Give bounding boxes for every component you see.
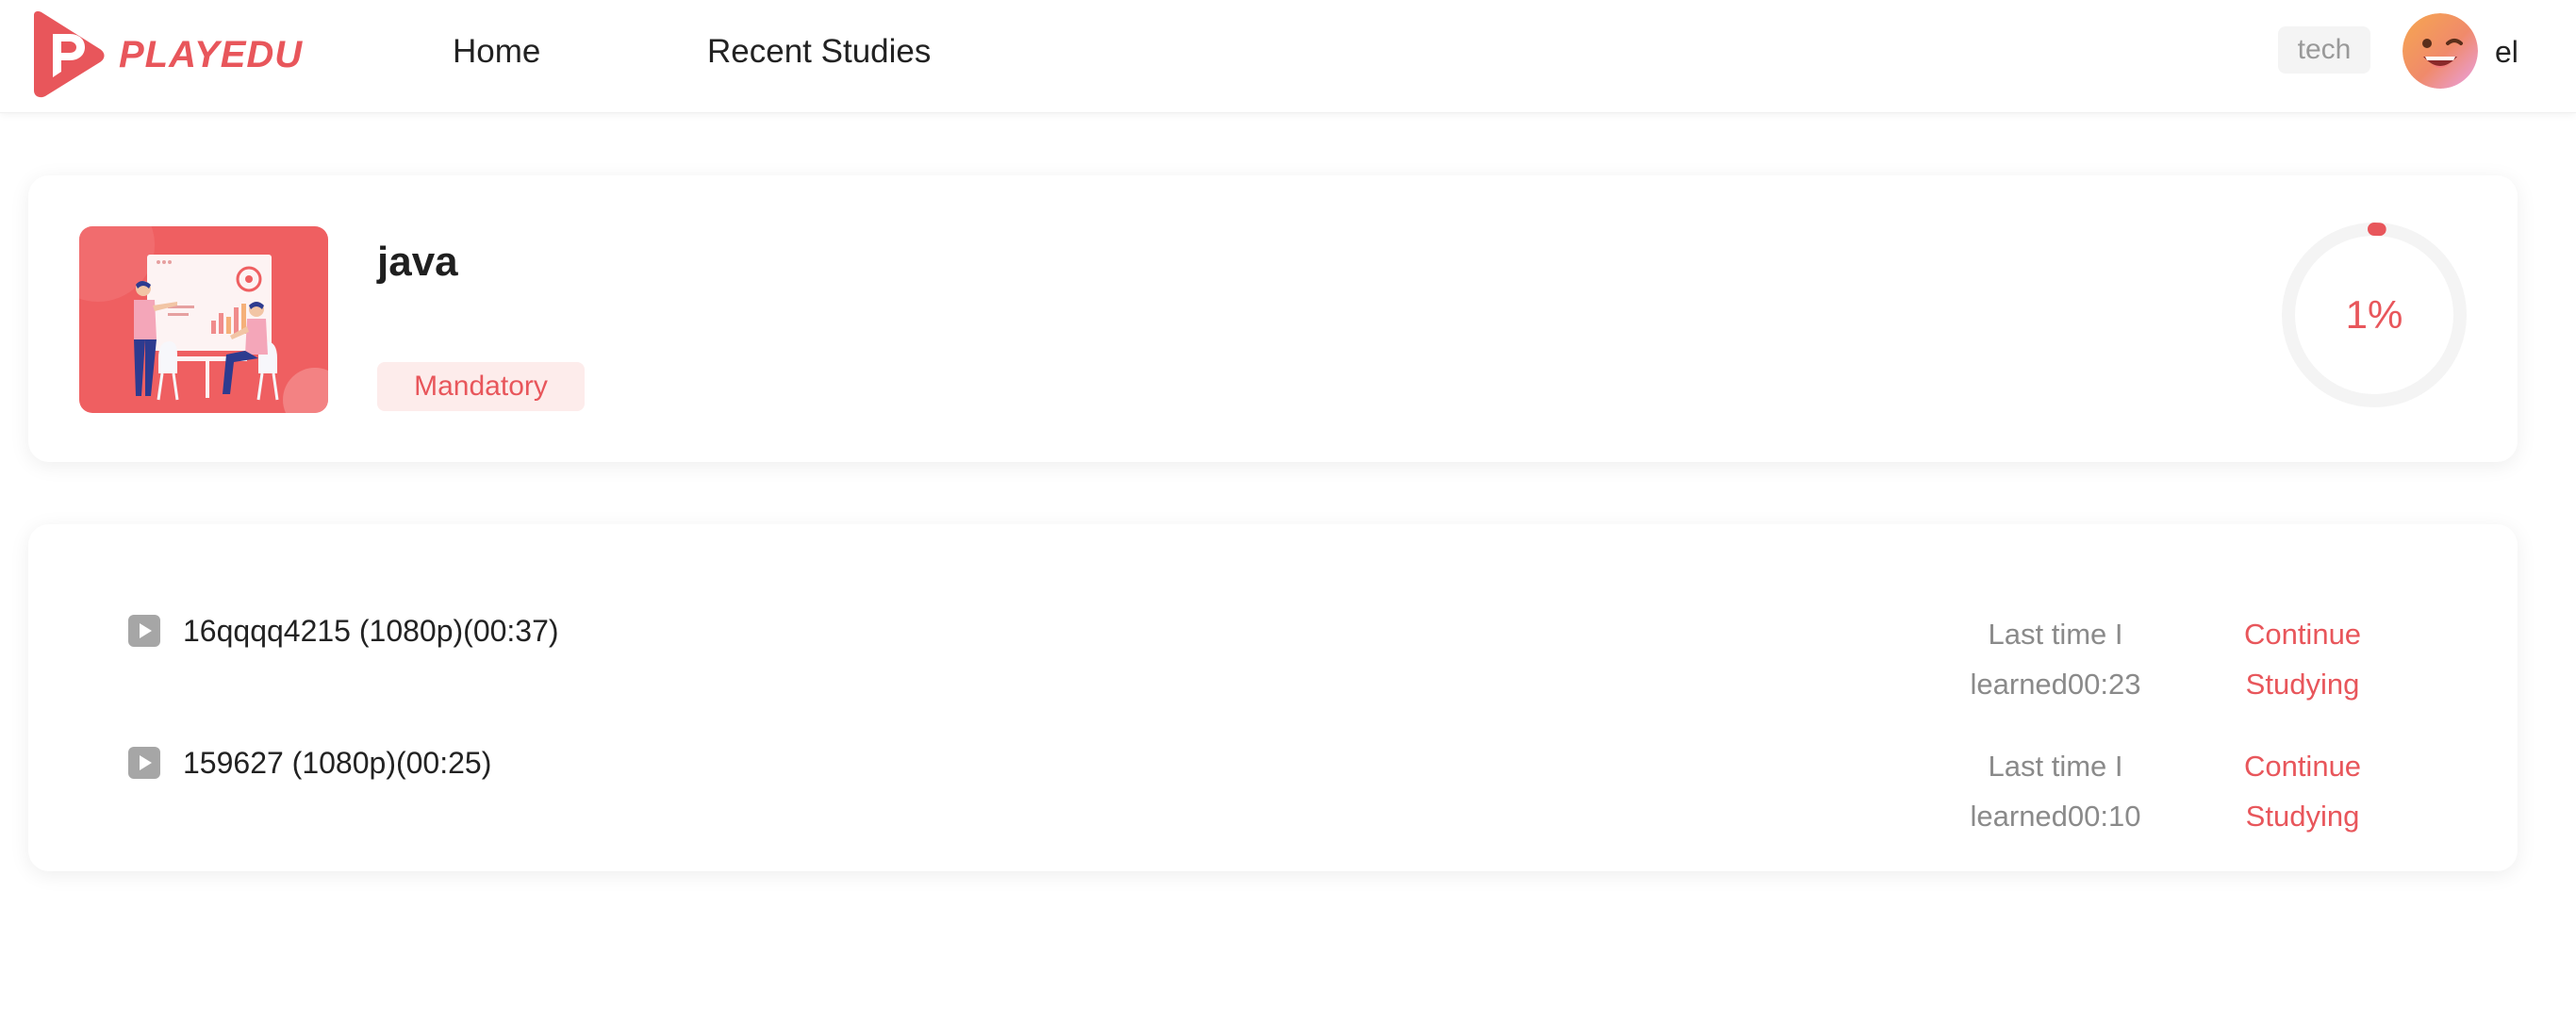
course-progress: 1% (2280, 221, 2469, 409)
last-learned-time: Last time I learned00:23 (1952, 609, 2159, 709)
brand-name: PLAYEDU (119, 33, 304, 75)
progress-percent: 1% (2345, 292, 2403, 337)
chapter-title[interactable]: 16qqqq4215 (1080p)(00:37) (183, 609, 559, 652)
continue-label-line2[interactable]: Studying (2218, 659, 2387, 709)
presentation-illustration-icon (79, 226, 328, 413)
last-time-value: learned00:23 (1970, 668, 2141, 701)
nav-home[interactable]: Home (453, 28, 540, 75)
continue-label-line1[interactable]: Continue (2218, 741, 2387, 791)
last-learned-time: Last time I learned00:10 (1952, 741, 2159, 841)
chapter-item[interactable]: 16qqqq4215 (1080p)(00:37) Last time I le… (28, 609, 2518, 713)
play-icon (128, 747, 160, 779)
smiley-avatar-icon (2403, 13, 2478, 89)
department-tag[interactable]: tech (2278, 26, 2370, 74)
continue-studying-button[interactable]: Continue Studying (2218, 741, 2387, 841)
continue-label-line2[interactable]: Studying (2218, 791, 2387, 841)
chapter-list: 16qqqq4215 (1080p)(00:37) Last time I le… (28, 524, 2518, 871)
chapter-title[interactable]: 159627 (1080p)(00:25) (183, 741, 491, 785)
logo[interactable]: PLAYEDU (28, 8, 303, 102)
last-time-label: Last time I (1988, 750, 2123, 783)
course-thumbnail (79, 226, 328, 413)
top-header: PLAYEDU Home Recent Studies tech el (0, 0, 2576, 113)
course-card: java Mandatory 1% (28, 175, 2518, 462)
course-type-badge: Mandatory (377, 362, 585, 411)
user-avatar[interactable] (2403, 13, 2478, 89)
last-time-value: learned00:10 (1970, 800, 2141, 833)
nav-recent-studies[interactable]: Recent Studies (707, 28, 931, 75)
last-time-label: Last time I (1988, 618, 2123, 651)
user-name[interactable]: el (2495, 30, 2518, 74)
playedu-logo-icon (34, 11, 105, 98)
continue-studying-button[interactable]: Continue Studying (2218, 609, 2387, 709)
continue-label-line1[interactable]: Continue (2218, 609, 2387, 659)
chapter-item[interactable]: 159627 (1080p)(00:25) Last time I learne… (28, 741, 2518, 845)
course-title: java (377, 239, 458, 285)
play-icon (128, 615, 160, 647)
